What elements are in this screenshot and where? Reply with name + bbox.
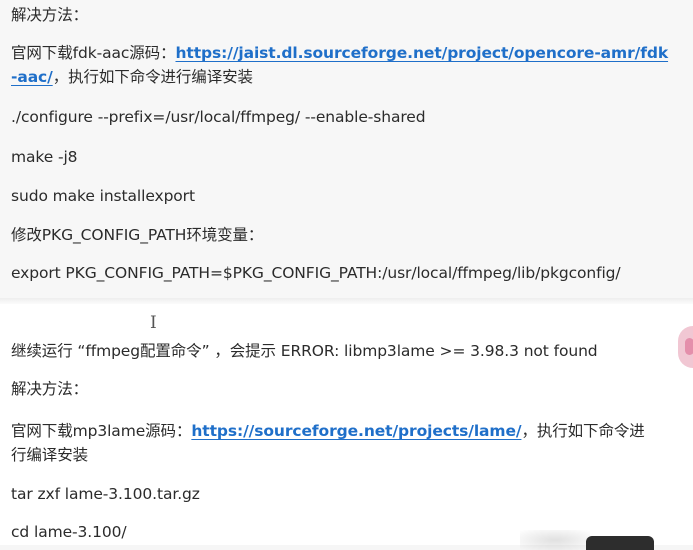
export-command: export PKG_CONFIG_PATH=$PKG_CONFIG_PATH:…	[11, 264, 621, 282]
download-instruction-line: 官网下载fdk-aac源码：https://jaist.dl.sourcefor…	[11, 42, 668, 64]
download-instruction-line-2: -aac/，执行如下命令进行编译安装	[11, 66, 253, 88]
error-message-line: 继续运行 “ffmpeg配置命令” ，会提示 ERROR: libmp3lame…	[11, 342, 598, 360]
corner-widget	[586, 536, 654, 550]
solution-heading: 解决方法：	[11, 6, 89, 24]
text-cursor-icon: I	[150, 313, 157, 333]
fdk-aac-download-link[interactable]: https://jaist.dl.sourceforge.net/project…	[175, 44, 668, 62]
section-divider	[0, 298, 693, 304]
corner-shadow	[520, 530, 590, 550]
download-prefix: 官网下载fdk-aac源码：	[11, 44, 176, 62]
mp3lame-download-line: 官网下载mp3lame源码：https://sourceforge.net/pr…	[11, 420, 645, 442]
make-command: make -j8	[11, 148, 78, 166]
fdk-aac-download-link-continued[interactable]: -aac/	[11, 68, 53, 86]
download-suffix: ，执行如下命令进行编译安装	[52, 68, 253, 86]
solution-heading-2: 解决方法：	[11, 380, 89, 398]
side-float-tab[interactable]	[678, 326, 693, 368]
mp3lame-download-suffix: ，执行如下命令进	[521, 422, 645, 440]
mp3lame-download-line-2: 行编译安装	[11, 446, 89, 464]
configure-command: ./configure --prefix=/usr/local/ffmpeg/ …	[11, 108, 426, 126]
env-variable-heading: 修改PKG_CONFIG_PATH环境变量：	[11, 226, 264, 244]
mp3lame-download-prefix: 官网下载mp3lame源码：	[11, 422, 192, 440]
tar-command: tar zxf lame-3.100.tar.gz	[11, 485, 200, 503]
cd-command: cd lame-3.100/	[11, 523, 127, 541]
install-command: sudo make installexport	[11, 187, 195, 205]
mp3lame-download-link[interactable]: https://sourceforge.net/projects/lame/	[191, 422, 521, 440]
